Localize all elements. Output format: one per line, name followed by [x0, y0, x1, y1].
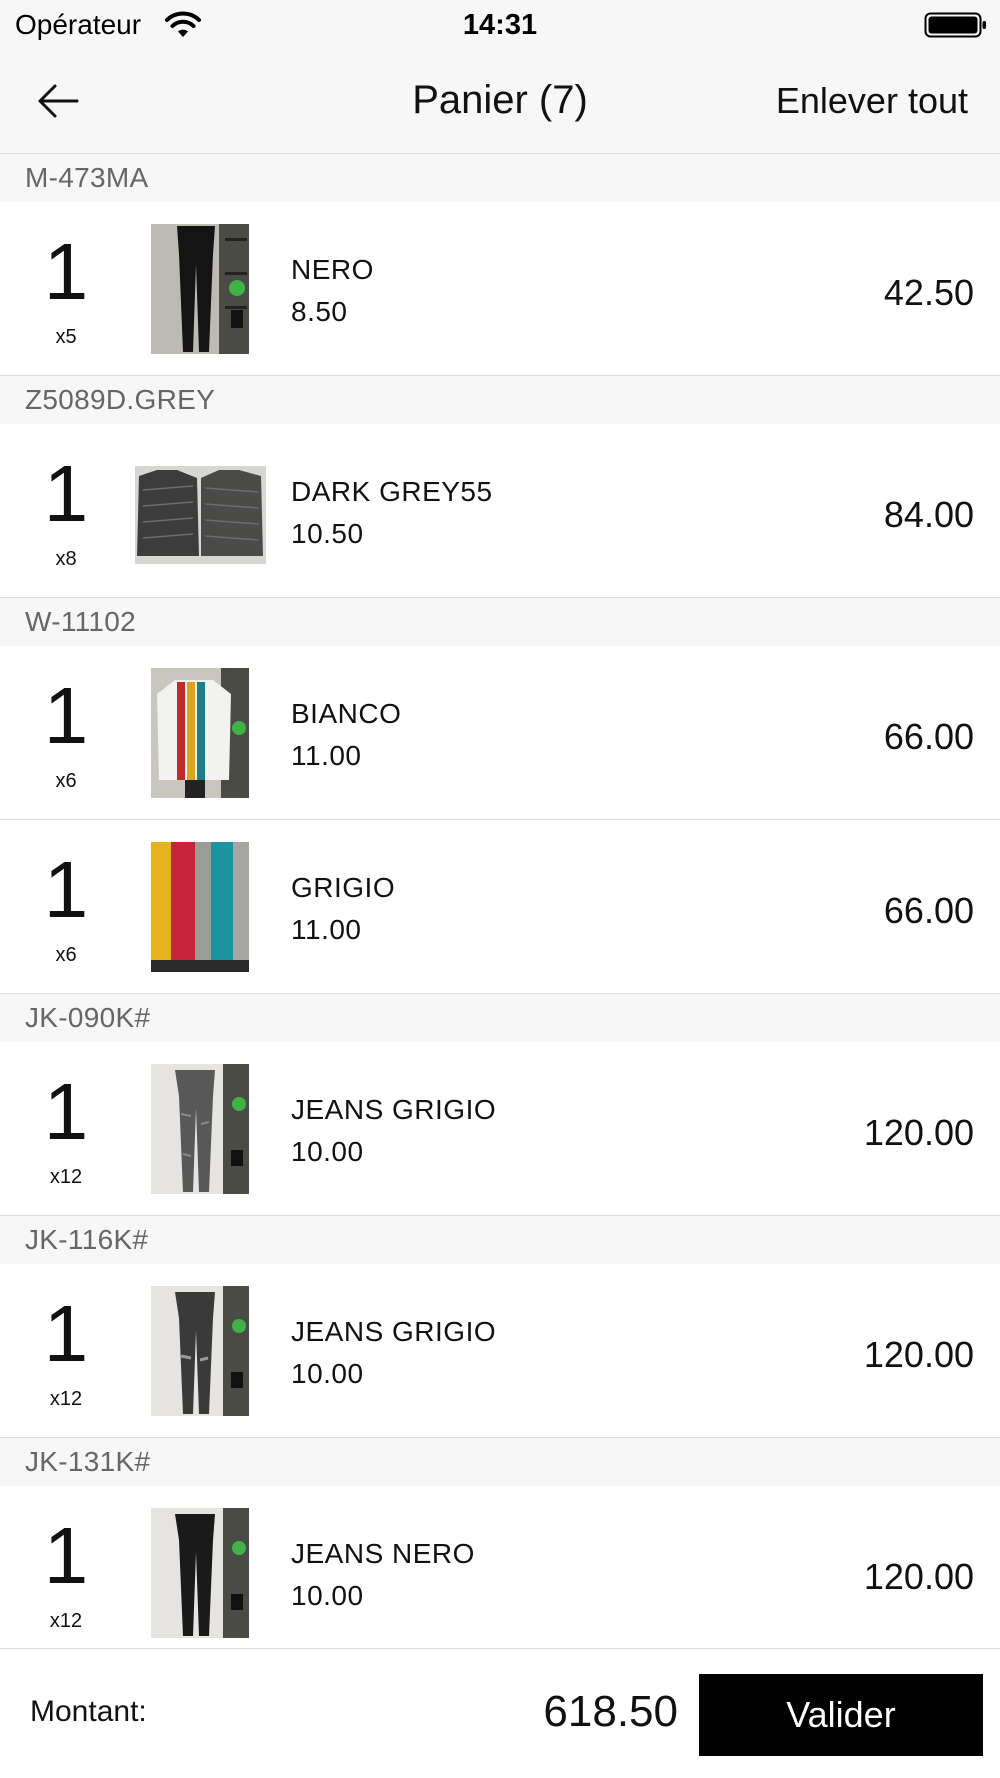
- item-name: BIANCO: [291, 698, 402, 729]
- item-quantity: 1: [43, 671, 89, 760]
- item-total: 120.00: [863, 1556, 974, 1597]
- item-pack-size: x6: [55, 770, 77, 792]
- status-bar: Opérateur 14:31: [0, 0, 1000, 52]
- item-quantity: 1: [43, 227, 89, 316]
- item-pack-size: x8: [55, 548, 77, 570]
- cart-item[interactable]: 1 x12 JEANS GRIGIO 10.00 120.00: [0, 1264, 1000, 1438]
- item-pack-size: x5: [55, 326, 77, 348]
- item-pack-size: x12: [49, 1610, 83, 1632]
- item-unit-price: 10.50: [291, 518, 364, 549]
- status-time: 14:31: [462, 9, 538, 41]
- item-total: 42.50: [883, 272, 974, 313]
- item-pack-size: x12: [49, 1388, 83, 1410]
- item-name: JEANS GRIGIO: [291, 1316, 497, 1347]
- item-name: NERO: [291, 254, 374, 285]
- cart-list: M-473MA 1 x5 NERO 8.50 42.50 Z5089D.GREY…: [0, 154, 1000, 1660]
- group-header: M-473MA: [0, 154, 1000, 202]
- group-header: Z5089D.GREY: [0, 376, 1000, 424]
- group-header: W-11102: [0, 598, 1000, 646]
- item-total: 66.00: [883, 890, 974, 931]
- item-pack-size: x12: [49, 1166, 83, 1188]
- item-total: 120.00: [863, 1334, 974, 1375]
- black-jeans-thumbnail: [151, 1508, 249, 1638]
- back-button[interactable]: [30, 77, 86, 129]
- grey-striped-sweater-thumbnail: [151, 842, 249, 972]
- cart-item[interactable]: 1 x12 JEANS GRIGIO 10.00 120.00: [0, 1042, 1000, 1216]
- item-name: DARK GREY55: [291, 476, 493, 507]
- amount-value: 618.50: [543, 1687, 678, 1736]
- item-unit-price: 11.00: [291, 740, 362, 771]
- black-pants-thumbnail: [151, 224, 249, 354]
- group-header: JK-090K#: [0, 994, 1000, 1042]
- item-total: 120.00: [863, 1112, 974, 1153]
- amount-label: Montant:: [30, 1695, 147, 1728]
- battery-icon: [924, 11, 988, 39]
- grey-knit-sweater-thumbnail: [135, 466, 266, 564]
- item-unit-price: 10.00: [291, 1580, 364, 1611]
- remove-all-button[interactable]: Enlever tout: [776, 80, 968, 122]
- group-header: JK-116K#: [0, 1216, 1000, 1264]
- cart-item[interactable]: 1 x8 DARK GREY55 10.50 84.00: [0, 424, 1000, 598]
- item-total: 84.00: [883, 494, 974, 535]
- cart-item[interactable]: 1 x5 NERO 8.50 42.50: [0, 202, 1000, 376]
- item-pack-size: x6: [55, 944, 77, 966]
- item-name: JEANS GRIGIO: [291, 1094, 497, 1125]
- item-quantity: 1: [43, 1511, 89, 1600]
- validate-button[interactable]: Valider: [699, 1674, 983, 1756]
- item-quantity: 1: [43, 845, 89, 934]
- cart-item[interactable]: 1 x12 JEANS NERO 10.00 120.00: [0, 1486, 1000, 1660]
- item-quantity: 1: [43, 1289, 89, 1378]
- arrow-left-icon: [37, 83, 79, 124]
- item-quantity: 1: [43, 449, 89, 538]
- grey-ripped-jeans-thumbnail: [151, 1286, 249, 1416]
- cart-item[interactable]: 1 x6 BIANCO 11.00 66.00: [0, 646, 1000, 820]
- item-name: JEANS NERO: [291, 1538, 475, 1569]
- nav-bar: Panier (7) Enlever tout: [0, 52, 1000, 154]
- item-total: 66.00: [883, 716, 974, 757]
- group-header: JK-131K#: [0, 1438, 1000, 1486]
- item-name: GRIGIO: [291, 872, 396, 903]
- item-unit-price: 10.00: [291, 1136, 364, 1167]
- checkout-footer: Montant: 618.50 Valider: [0, 1648, 1000, 1778]
- item-quantity: 1: [43, 1067, 89, 1156]
- white-striped-sweater-thumbnail: [151, 668, 249, 798]
- grey-jeans-thumbnail: [151, 1064, 249, 1194]
- item-unit-price: 10.00: [291, 1358, 364, 1389]
- item-unit-price: 8.50: [291, 296, 348, 327]
- item-unit-price: 11.00: [291, 914, 362, 945]
- cart-item[interactable]: 1 x6 GRIGIO 11.00 66.00: [0, 820, 1000, 994]
